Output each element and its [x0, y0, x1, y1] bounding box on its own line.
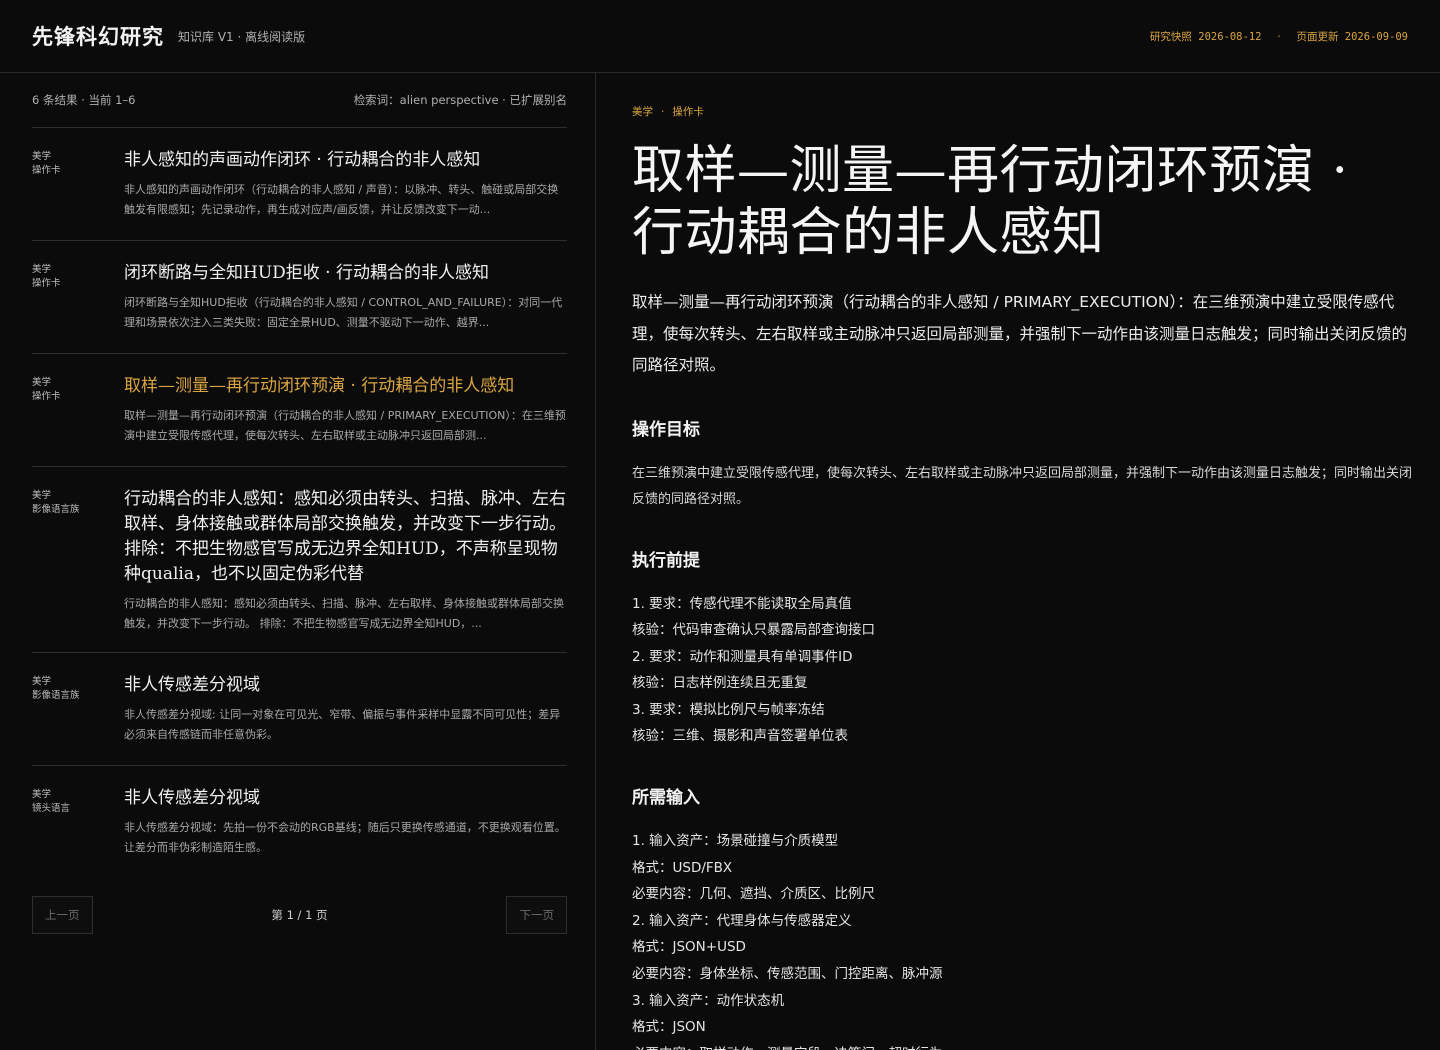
list-item: 核验：代码审查确认只暴露局部查询接口 — [632, 622, 875, 639]
list-item: 格式：JSON+USD — [632, 939, 746, 956]
list-item: 必要内容：取样动作、测量字段、决策门、超时行为 — [632, 1041, 1412, 1050]
pagination: 上一页 第 1 / 1 页 下一页 — [32, 896, 567, 934]
result-title[interactable]: 非人传感差分视域 — [124, 786, 567, 811]
result-item-selected[interactable]: 美学 操作卡 取样—测量—再行动闭环预演 · 行动耦合的非人感知 取样—测量—再… — [32, 353, 567, 466]
result-title[interactable]: 闭环断路与全知HUD拒收 · 行动耦合的非人感知 — [124, 261, 567, 286]
result-tags: 美学 操作卡 — [32, 374, 124, 466]
result-tag-type: 镜头语言 — [32, 803, 71, 814]
result-tags: 美学 操作卡 — [32, 148, 124, 240]
lead-paragraph: 取样—测量—再行动闭环预演（行动耦合的非人感知 / PRIMARY_EXECUT… — [632, 293, 1408, 374]
breadcrumb-separator: · — [661, 106, 665, 118]
list-item: 核验：日志样例连续且无重复 — [632, 675, 808, 692]
snapshot-meta: 研究快照 2026-08-12 · 页面更新 2026-09-09 — [1150, 29, 1408, 44]
result-snippet: 非人传感差分视域: 让同一对象在可见光、窄带、偏振与事件采样中显露不同可见性；差… — [124, 708, 561, 741]
list-item: 必要内容：几何、遮挡、介质区、比例尺 — [632, 886, 875, 903]
result-snippet: 闭环断路与全知HUD拒收（行动耦合的非人感知 / CONTROL_AND_FAI… — [124, 296, 563, 329]
result-item[interactable]: 美学 影像语言族 非人传感差分视域 非人传感差分视域: 让同一对象在可见光、窄带… — [32, 652, 567, 765]
result-tags: 美学 影像语言族 — [32, 487, 124, 652]
result-title[interactable]: 行动耦合的非人感知：感知必须由转头、扫描、脉冲、左右取样、身体接触或群体局部交换… — [124, 487, 567, 587]
result-item[interactable]: 美学 影像语言族 行动耦合的非人感知：感知必须由转头、扫描、脉冲、左右取样、身体… — [32, 466, 567, 652]
result-tag-category: 美学 — [32, 676, 52, 687]
result-title[interactable]: 取样—测量—再行动闭环预演 · 行动耦合的非人感知 — [124, 374, 567, 399]
section-heading-inputs: 所需输入 — [632, 788, 700, 809]
result-title[interactable]: 非人感知的声画动作闭环 · 行动耦合的非人感知 — [124, 148, 567, 173]
list-item: 3. 要求：模拟比例尺与帧率冻结 — [632, 701, 825, 718]
snapshot-date: 2026-08-12 — [1198, 30, 1262, 43]
list-item: 1. 要求：传感代理不能读取全局真值 — [632, 595, 852, 612]
list-item: 必要内容：身体坐标、传感范围、门控距离、脉冲源 — [632, 966, 943, 983]
panel-divider — [595, 73, 596, 1050]
updated-date: 2026-09-09 — [1344, 30, 1408, 43]
brand-subtitle: 知识库 V1 · 离线阅读版 — [178, 29, 306, 44]
page-title: 取样—测量—再行动闭环预演 · 行动耦合的非人感知 — [632, 141, 1349, 263]
page-indicator: 第 1 / 1 页 — [271, 908, 328, 922]
results-count: 6 条结果 · 当前 1–6 — [32, 93, 136, 107]
result-tag-category: 美学 — [32, 377, 52, 388]
list-item: 1. 输入资产：场景碰撞与介质模型 — [632, 833, 839, 850]
section-heading-prereq: 执行前提 — [632, 550, 700, 571]
result-tag-category: 美学 — [32, 264, 52, 275]
result-tags: 美学 镜头语言 — [32, 786, 124, 878]
results-header: 6 条结果 · 当前 1–6 检索词：alien perspective · 已… — [32, 73, 567, 127]
result-item[interactable]: 美学 镜头语言 非人传感差分视域 非人传感差分视域：先拍一份不会动的RGB基线；… — [32, 765, 567, 878]
result-snippet: 行动耦合的非人感知：感知必须由转头、扫描、脉冲、左右取样、身体接触或群体局部交换… — [124, 597, 564, 630]
list-item: 3. 输入资产：动作状态机 — [632, 992, 785, 1009]
section-heading-goal: 操作目标 — [632, 419, 700, 440]
goal-text: 在三维预演中建立受限传感代理，使每次转头、左右取样或主动脉冲只返回局部测量，并强… — [632, 465, 1412, 507]
meta-separator: · — [1275, 30, 1283, 43]
next-page-button[interactable]: 下一页 — [506, 896, 567, 934]
result-title[interactable]: 非人传感差分视域 — [124, 673, 567, 698]
result-tag-category: 美学 — [32, 789, 52, 800]
inputs-list: 1. 输入资产：场景碰撞与介质模型 格式：USD/FBX 必要内容：几何、遮挡、… — [632, 828, 1412, 1050]
result-tag-type: 操作卡 — [32, 165, 61, 176]
list-item: 格式：USD/FBX — [632, 859, 733, 876]
detail-panel: 美学 · 操作卡 取样—测量—再行动闭环预演 · 行动耦合的非人感知 取样—测量—再… — [632, 73, 1412, 1050]
result-item[interactable]: 美学 操作卡 非人感知的声画动作闭环 · 行动耦合的非人感知 非人感知的声画动作… — [32, 127, 567, 240]
prev-page-button[interactable]: 上一页 — [32, 896, 93, 934]
result-tags: 美学 影像语言族 — [32, 673, 124, 765]
result-snippet: 取样—测量—再行动闭环预演（行动耦合的非人感知 / PRIMARY_EXECUT… — [124, 409, 566, 442]
result-tag-type: 操作卡 — [32, 391, 61, 402]
updated-label: 页面更新 — [1296, 30, 1339, 43]
list-item: 核验：三维、摄影和声音签署单位表 — [632, 728, 848, 745]
breadcrumb-category[interactable]: 美学 — [632, 106, 653, 118]
top-bar: 先锋科幻研究 知识库 V1 · 离线阅读版 研究快照 2026-08-12 · … — [0, 0, 1440, 73]
result-snippet: 非人传感差分视域：先拍一份不会动的RGB基线；随后只更换传感通道，不更换观看位置… — [124, 821, 566, 854]
brand-title[interactable]: 先锋科幻研究 — [32, 21, 164, 51]
result-tag-type: 影像语言族 — [32, 690, 80, 701]
result-tag-category: 美学 — [32, 151, 52, 162]
result-tag-type: 影像语言族 — [32, 504, 80, 515]
result-snippet: 非人感知的声画动作闭环（行动耦合的非人感知 / 声音）：以脉冲、转头、触碰或局部… — [124, 183, 559, 216]
snapshot-label: 研究快照 — [1149, 30, 1192, 43]
result-tag-type: 操作卡 — [32, 278, 61, 289]
prereq-list: 1. 要求：传感代理不能读取全局真值 核验：代码审查确认只暴露局部查询接口 2.… — [632, 591, 1412, 751]
results-panel: 6 条结果 · 当前 1–6 检索词：alien perspective · 已… — [32, 73, 567, 1050]
result-tags: 美学 操作卡 — [32, 261, 124, 353]
list-item: 格式：JSON — [632, 1019, 706, 1036]
breadcrumb: 美学 · 操作卡 — [632, 104, 1412, 119]
list-item: 2. 输入资产：代理身体与传感器定义 — [632, 912, 852, 929]
breadcrumb-type[interactable]: 操作卡 — [672, 106, 704, 118]
result-item[interactable]: 美学 操作卡 闭环断路与全知HUD拒收 · 行动耦合的非人感知 闭环断路与全知H… — [32, 240, 567, 353]
result-tag-category: 美学 — [32, 490, 52, 501]
list-item: 2. 要求：动作和测量具有单调事件ID — [632, 648, 853, 665]
search-query: 检索词：alien perspective · 已扩展别名 — [353, 93, 567, 107]
